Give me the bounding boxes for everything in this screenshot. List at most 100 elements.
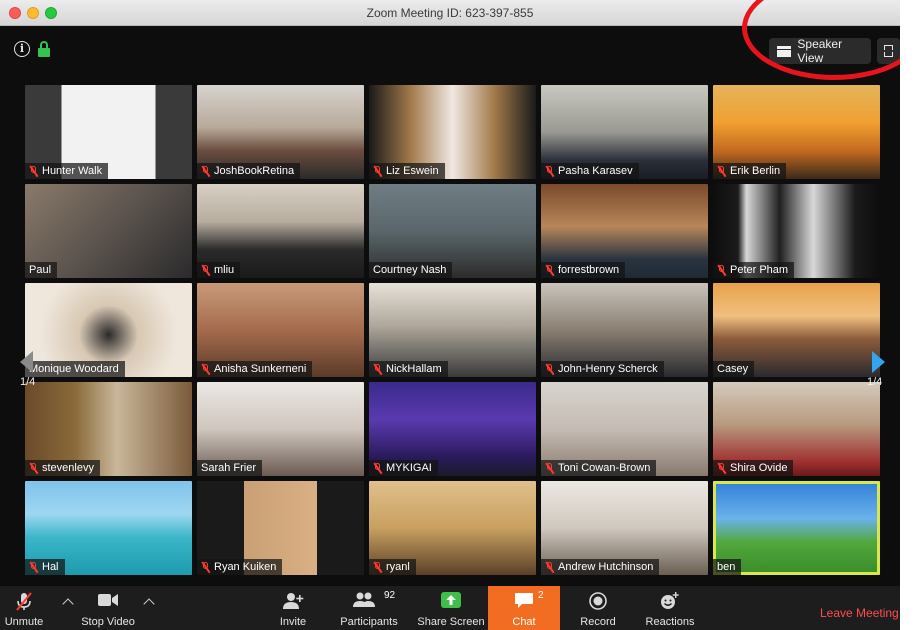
participant-video-tile[interactable]: Sarah Frier — [197, 382, 364, 476]
leave-meeting-button[interactable]: Leave Meeting — [820, 606, 899, 620]
participant-name: ben — [717, 561, 736, 573]
participant-name-tag: Andrew Hutchinson — [541, 559, 660, 575]
meeting-area: i Speaker View Hunter Walk JoshBookRetina… — [0, 26, 900, 586]
participants-count-badge: 92 — [384, 590, 396, 601]
participant-video-tile[interactable]: Ryan Kuiken — [197, 481, 364, 575]
participant-video-tile[interactable]: Toni Cowan-Brown — [541, 382, 708, 476]
lock-icon[interactable] — [38, 41, 50, 57]
mic-muted-icon — [545, 264, 555, 276]
mic-muted-icon — [545, 561, 555, 573]
participant-video-tile[interactable]: Paul — [25, 184, 192, 278]
mic-muted-icon — [201, 363, 211, 375]
participant-video-tile[interactable]: ryanl — [369, 481, 536, 575]
participant-video-tile[interactable]: MYKIGAI — [369, 382, 536, 476]
participant-video-tile[interactable]: Hunter Walk — [25, 85, 192, 179]
participant-video-tile[interactable]: Monique Woodard — [25, 283, 192, 377]
reactions-button[interactable]: Reactions — [646, 586, 694, 630]
add-person-icon — [283, 593, 304, 609]
mic-muted-icon — [717, 462, 727, 474]
participant-video-tile[interactable]: Hal — [25, 481, 192, 575]
participant-video-tile[interactable]: Casey — [713, 283, 880, 377]
participant-video-tile[interactable]: Peter Pham — [713, 184, 880, 278]
participant-name-tag: Monique Woodard — [25, 361, 125, 377]
mic-muted-icon — [201, 264, 211, 276]
share-screen-label: Share Screen — [417, 616, 485, 628]
participant-name: MYKIGAI — [386, 462, 432, 474]
mic-muted-icon — [545, 165, 555, 177]
page-indicator-right: 1/4 — [867, 376, 883, 388]
participant-video-tile[interactable]: Shira Ovide — [713, 382, 880, 476]
participant-video-tile[interactable]: Liz Eswein — [369, 85, 536, 179]
participant-name: Hunter Walk — [42, 165, 103, 177]
participant-name-tag: JoshBookRetina — [197, 163, 301, 179]
participant-name: Ryan Kuiken — [214, 561, 277, 573]
participant-name: Pasha Karasev — [558, 165, 633, 177]
participant-name-tag: Pasha Karasev — [541, 163, 639, 179]
participant-name: Paul — [29, 264, 52, 276]
unmute-button[interactable]: Unmute — [4, 586, 44, 630]
participant-name: Erik Berlin — [730, 165, 781, 177]
mic-muted-icon — [29, 561, 39, 573]
speaker-view-icon — [777, 45, 791, 57]
fullscreen-button[interactable] — [876, 38, 900, 64]
gallery-view-grid: Hunter Walk JoshBookRetina Liz Eswein Pasha… — [25, 85, 881, 577]
participant-name-tag: Ryan Kuiken — [197, 559, 283, 575]
participant-name-tag: Anisha Sunkerneni — [197, 361, 313, 377]
audio-options-caret-icon[interactable] — [62, 598, 74, 610]
video-options-caret-icon[interactable] — [143, 598, 155, 610]
participant-name-tag: Hal — [25, 559, 65, 575]
invite-label: Invite — [279, 616, 307, 628]
participant-name-tag: MYKIGAI — [369, 460, 438, 476]
mic-muted-icon — [545, 462, 555, 474]
participant-video-tile[interactable]: mliu — [197, 184, 364, 278]
unmute-label: Unmute — [4, 616, 44, 628]
participant-video-tile[interactable]: stevenlevy — [25, 382, 192, 476]
invite-button[interactable]: Invite — [278, 586, 308, 630]
participant-name: Liz Eswein — [386, 165, 439, 177]
participant-video-tile[interactable]: John-Henry Scherck — [541, 283, 708, 377]
participant-name: Shira Ovide — [730, 462, 788, 474]
participant-name: John-Henry Scherck — [558, 363, 658, 375]
participant-name-tag: Peter Pham — [713, 262, 795, 278]
participant-video-tile[interactable]: Andrew Hutchinson — [541, 481, 708, 575]
participant-name: NickHallam — [386, 363, 442, 375]
participant-name: Toni Cowan-Brown — [558, 462, 651, 474]
participant-name-tag: forrestbrown — [541, 262, 626, 278]
mic-muted-icon — [29, 165, 39, 177]
mic-muted-icon — [717, 165, 727, 177]
mic-muted-icon — [16, 592, 32, 611]
meeting-toolbar: Unmute Stop Video Invite 92 Participants — [0, 586, 900, 630]
participant-video-tile[interactable]: ben — [713, 481, 880, 575]
participant-name: Peter Pham — [730, 264, 789, 276]
speaker-view-button[interactable]: Speaker View — [769, 37, 871, 65]
participant-name-tag: stevenlevy — [25, 460, 100, 476]
participant-name: JoshBookRetina — [214, 165, 295, 177]
participant-video-tile[interactable]: Courtney Nash — [369, 184, 536, 278]
reactions-smiley-icon — [661, 592, 679, 609]
participant-name-tag: Liz Eswein — [369, 163, 445, 179]
chat-button[interactable]: 2 Chat — [488, 586, 560, 630]
page-margin — [900, 0, 915, 630]
participants-button[interactable]: 92 Participants — [340, 586, 398, 630]
record-button[interactable]: Record — [580, 586, 616, 630]
window-titlebar: Zoom Meeting ID: 623-397-855 — [0, 0, 900, 26]
participant-name: Courtney Nash — [373, 264, 447, 276]
participant-video-tile[interactable]: forrestbrown — [541, 184, 708, 278]
info-icon[interactable]: i — [14, 41, 30, 57]
participant-video-tile[interactable]: Erik Berlin — [713, 85, 880, 179]
stop-video-button[interactable]: Stop Video — [80, 586, 136, 630]
participant-name-tag: Casey — [713, 361, 755, 377]
share-screen-icon — [441, 592, 461, 608]
mic-muted-icon — [373, 462, 383, 474]
participant-video-tile[interactable]: Pasha Karasev — [541, 85, 708, 179]
meeting-status-icons: i — [14, 41, 50, 57]
participant-video-tile[interactable]: NickHallam — [369, 283, 536, 377]
participant-video-tile[interactable]: JoshBookRetina — [197, 85, 364, 179]
participant-name-tag: Courtney Nash — [369, 262, 453, 278]
participant-name: stevenlevy — [42, 462, 94, 474]
record-label: Record — [580, 616, 616, 628]
mic-muted-icon — [545, 363, 555, 375]
share-screen-button[interactable]: Share Screen — [417, 586, 485, 630]
participant-video-tile[interactable]: Anisha Sunkerneni — [197, 283, 364, 377]
participant-name-tag: Sarah Frier — [197, 460, 263, 476]
